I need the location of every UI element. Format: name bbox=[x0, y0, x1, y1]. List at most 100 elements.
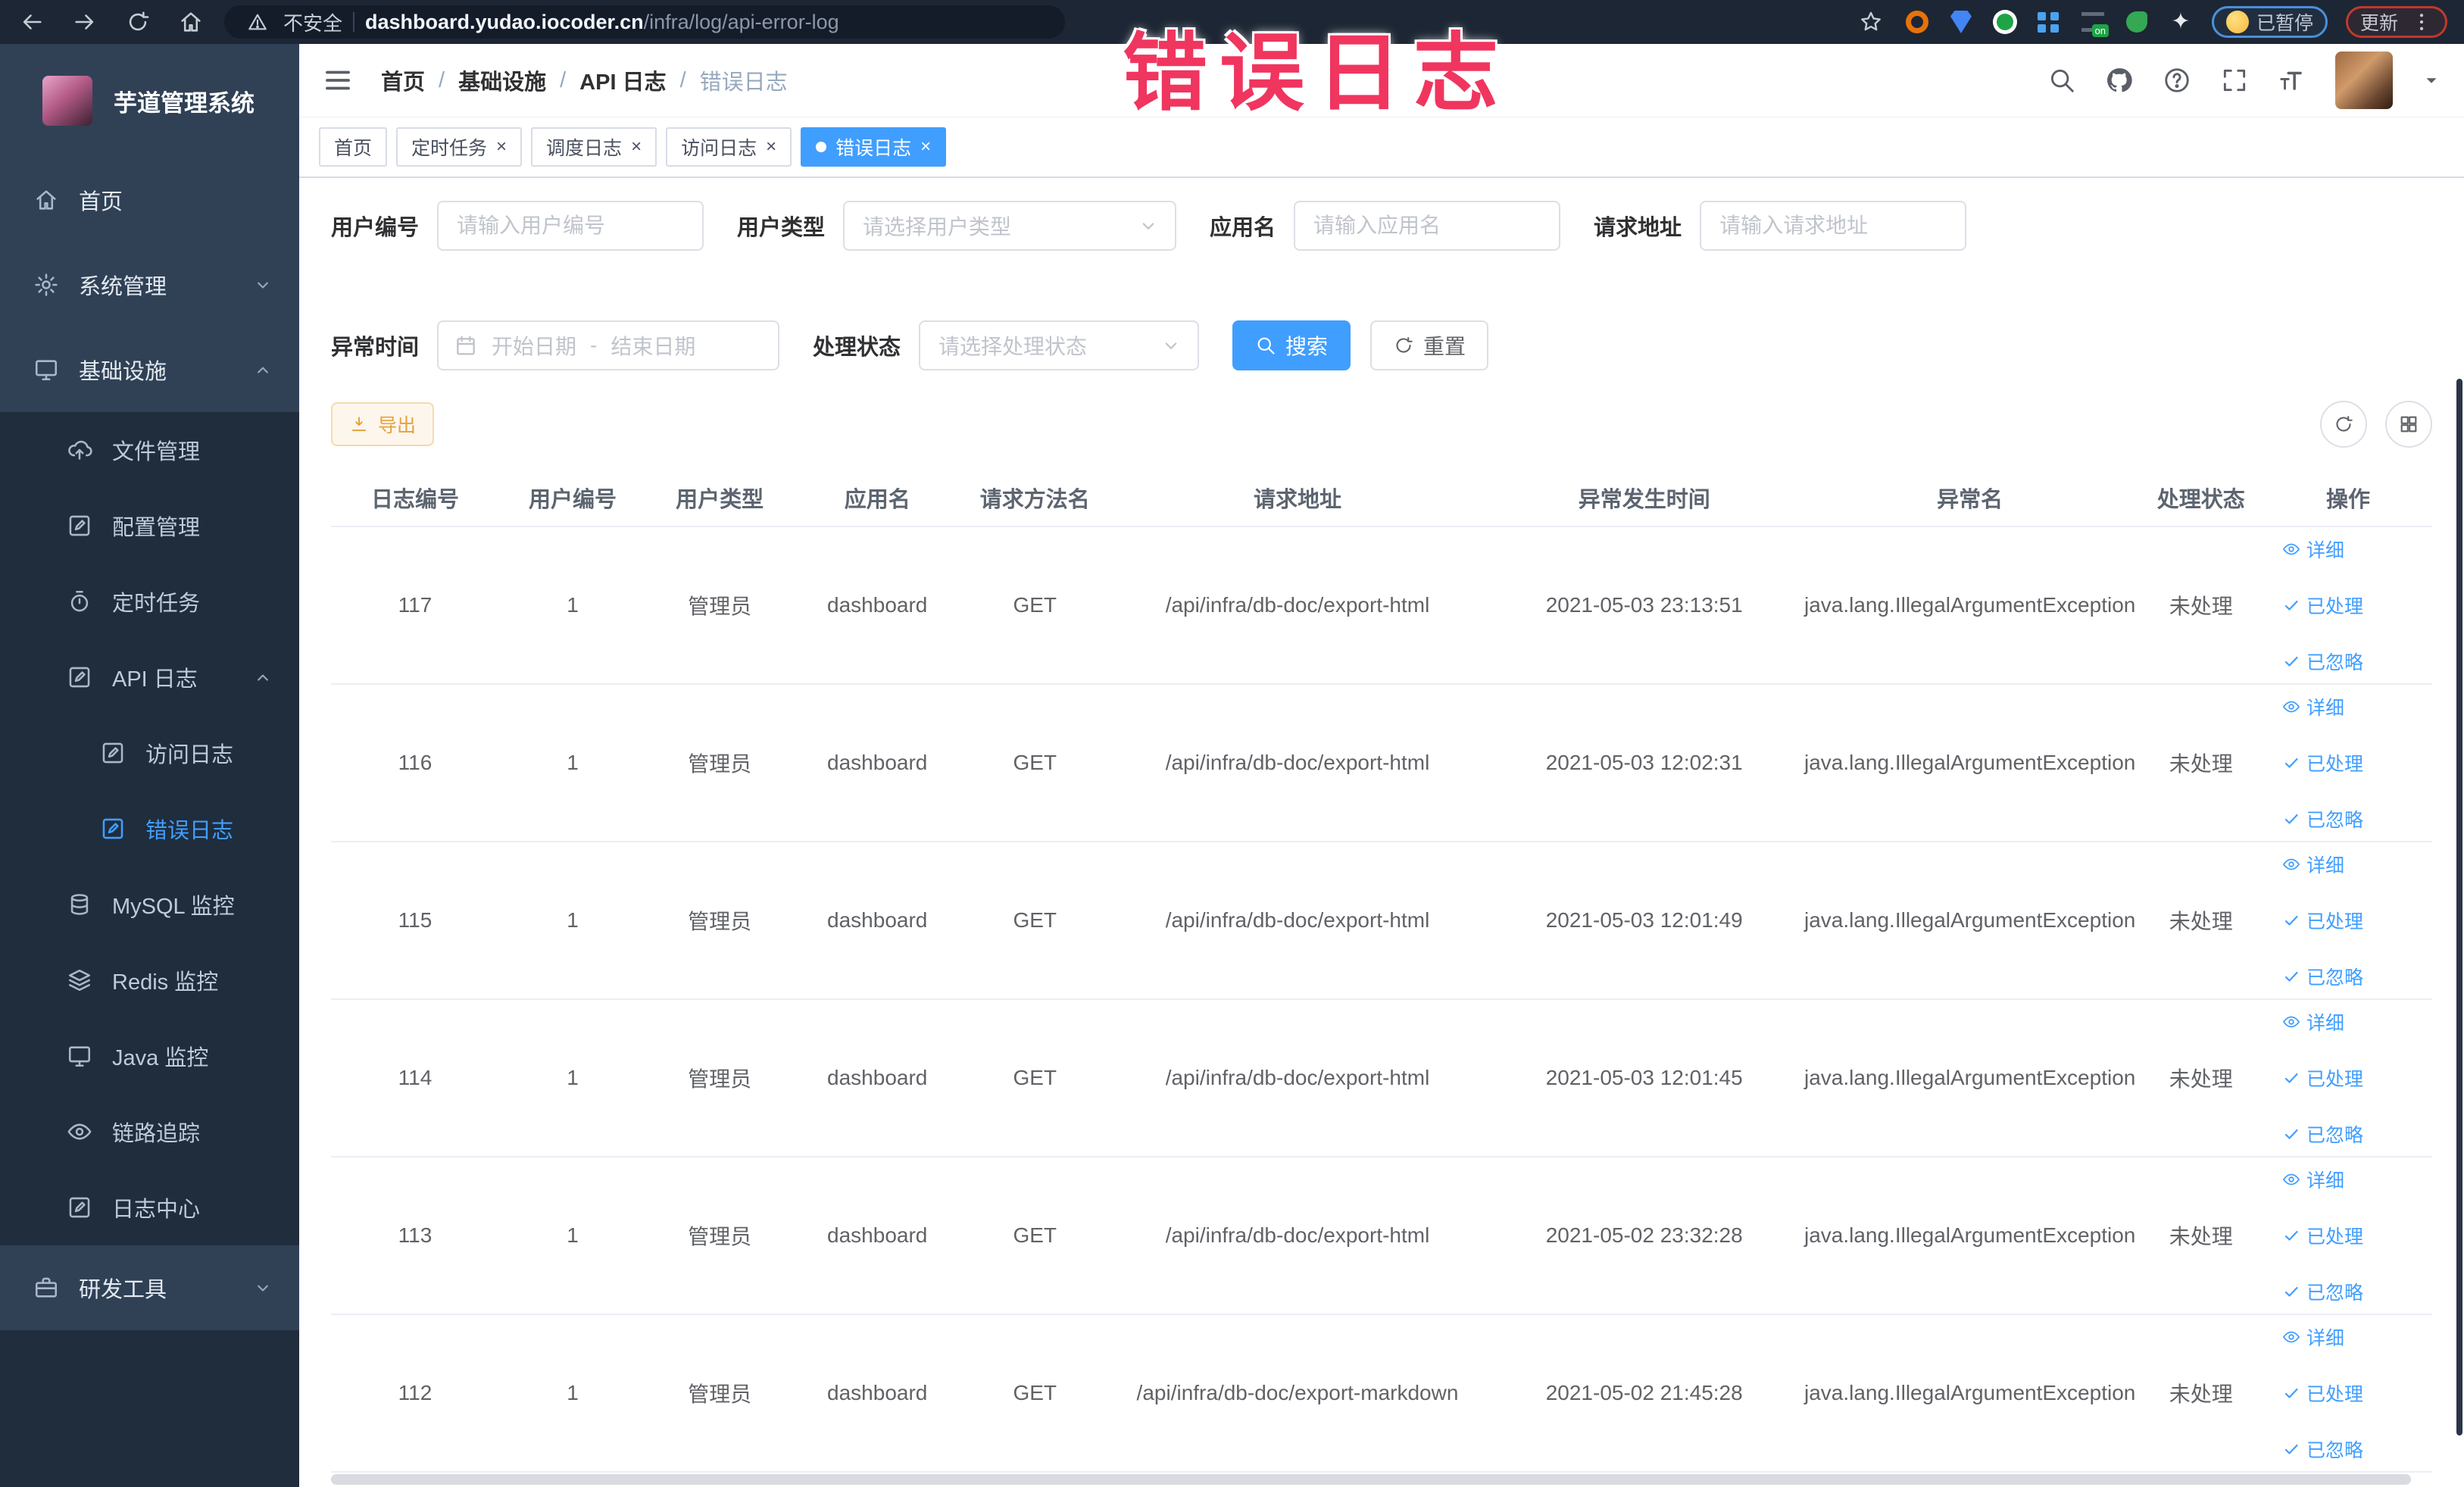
ignored-action-link[interactable]: 已忽略 bbox=[2282, 648, 2363, 675]
green-extension-icon[interactable] bbox=[1992, 9, 2018, 35]
ignored-action-link[interactable]: 已忽略 bbox=[2282, 963, 2363, 990]
paused-extension-badge[interactable]: 已暂停 bbox=[2211, 6, 2328, 38]
column-header: 请求方法名 bbox=[961, 469, 1109, 527]
tab-home[interactable]: 首页 bbox=[319, 127, 388, 167]
exception-time-range-picker[interactable]: 开始日期 - 结束日期 bbox=[437, 320, 780, 370]
sidebar-item-redis-monitor[interactable]: Redis 监控 bbox=[0, 942, 299, 1018]
user-avatar[interactable] bbox=[2335, 52, 2393, 109]
processed-action-link[interactable]: 已处理 bbox=[2282, 749, 2363, 776]
cell-time: 2021-05-03 12:01:45 bbox=[1486, 999, 1802, 1157]
breadcrumb-item[interactable]: 首页 bbox=[381, 64, 425, 96]
search-button[interactable]: 搜索 bbox=[1232, 320, 1351, 370]
home-icon[interactable] bbox=[176, 7, 206, 37]
vertical-scrollbar[interactable] bbox=[2456, 379, 2462, 1435]
cell-method: GET bbox=[961, 526, 1109, 685]
breadcrumb-item[interactable]: 基础设施 bbox=[458, 64, 546, 96]
switch-extension-icon[interactable]: on bbox=[2080, 9, 2109, 37]
address-bar[interactable]: 不安全 dashboard.yudao.iocoder.cn/infra/log… bbox=[224, 5, 1065, 39]
ignored-action-link[interactable]: 已忽略 bbox=[2282, 1278, 2363, 1305]
close-tab-icon[interactable]: × bbox=[920, 138, 931, 156]
caret-down-icon[interactable] bbox=[2422, 70, 2441, 90]
sidebar-item-access-log[interactable]: 访问日志 bbox=[0, 715, 299, 791]
processed-action-link[interactable]: 已处理 bbox=[2282, 1379, 2363, 1407]
cell-user-id: 1 bbox=[498, 684, 647, 842]
cell-url: /api/infra/db-doc/export-html bbox=[1108, 526, 1487, 685]
tab-error-log[interactable]: 错误日志 × bbox=[801, 127, 947, 167]
update-badge[interactable]: 更新 bbox=[2345, 6, 2447, 38]
sidebar-item-error-log[interactable]: 错误日志 bbox=[0, 791, 299, 867]
orange-extension-icon[interactable] bbox=[1904, 9, 1930, 35]
processed-action-link[interactable]: 已处理 bbox=[2282, 1064, 2363, 1092]
detail-action-link[interactable]: 详细 bbox=[2282, 1323, 2344, 1351]
leaf-extension-icon[interactable] bbox=[2124, 9, 2150, 35]
cell-url: /api/infra/db-doc/export-html bbox=[1108, 999, 1487, 1157]
sidebar-item-java-monitor[interactable]: Java 监控 bbox=[0, 1018, 299, 1094]
horizontal-scrollbar[interactable] bbox=[331, 1474, 2412, 1485]
detail-action-link[interactable]: 详细 bbox=[2282, 851, 2344, 878]
forward-icon[interactable] bbox=[70, 7, 100, 37]
sidebar-item-scheduled-tasks[interactable]: 定时任务 bbox=[0, 564, 299, 639]
request-url-input[interactable] bbox=[1700, 201, 1967, 251]
columns-icon bbox=[2398, 414, 2419, 435]
column-settings-button[interactable] bbox=[2385, 401, 2432, 448]
check-icon bbox=[2282, 1069, 2300, 1087]
question-icon[interactable] bbox=[2163, 66, 2191, 95]
back-icon[interactable] bbox=[17, 7, 47, 37]
cell-exception: java.lang.IllegalArgumentException bbox=[1801, 1314, 2138, 1473]
refresh-table-button[interactable] bbox=[2320, 401, 2367, 448]
hamburger-icon[interactable] bbox=[322, 64, 354, 96]
column-header: 异常名 bbox=[1801, 469, 2138, 527]
detail-action-link[interactable]: 详细 bbox=[2282, 1008, 2344, 1036]
export-button[interactable]: 导出 bbox=[331, 402, 435, 446]
sidebar-logo-row[interactable]: 芋道管理系统 bbox=[0, 44, 299, 158]
browser-menu-icon[interactable] bbox=[2410, 11, 2433, 33]
detail-action-link[interactable]: 详细 bbox=[2282, 693, 2344, 720]
processed-action-link[interactable]: 已处理 bbox=[2282, 592, 2363, 619]
detail-action-link[interactable]: 详细 bbox=[2282, 1166, 2344, 1193]
tab-schedule-log[interactable]: 调度日志 × bbox=[531, 127, 657, 167]
close-tab-icon[interactable]: × bbox=[496, 138, 507, 156]
sidebar-item-home[interactable]: 首页 bbox=[0, 158, 299, 242]
processed-action-link[interactable]: 已处理 bbox=[2282, 1222, 2363, 1249]
user-id-input[interactable] bbox=[437, 201, 704, 251]
header-actions bbox=[2047, 52, 2441, 109]
font-size-icon[interactable] bbox=[2278, 66, 2306, 95]
action-label: 已处理 bbox=[2306, 1384, 2364, 1405]
process-status-select[interactable]: 请选择处理状态 bbox=[919, 320, 1200, 370]
close-tab-icon[interactable]: × bbox=[631, 138, 642, 156]
puzzle-extension-icon[interactable]: ✦ bbox=[2168, 9, 2194, 35]
grid-extension-icon[interactable] bbox=[2036, 9, 2062, 35]
tab-scheduled-tasks[interactable]: 定时任务 × bbox=[396, 127, 523, 167]
sidebar-item-label: 日志中心 bbox=[112, 1198, 201, 1222]
ignored-action-link[interactable]: 已忽略 bbox=[2282, 1120, 2363, 1148]
sidebar-item-label: 链路追踪 bbox=[112, 1122, 201, 1146]
star-icon[interactable] bbox=[1856, 7, 1886, 37]
processed-action-link[interactable]: 已处理 bbox=[2282, 907, 2363, 934]
user-type-select[interactable]: 请选择用户类型 bbox=[843, 201, 1177, 251]
search-icon[interactable] bbox=[2047, 66, 2076, 95]
sidebar-item-config-management[interactable]: 配置管理 bbox=[0, 488, 299, 564]
sidebar-item-file-management[interactable]: 文件管理 bbox=[0, 412, 299, 488]
close-tab-icon[interactable]: × bbox=[766, 138, 776, 156]
github-icon[interactable] bbox=[2105, 66, 2134, 95]
app-name-input[interactable] bbox=[1294, 201, 1561, 251]
sidebar-item-api-log[interactable]: API 日志 bbox=[0, 639, 299, 715]
sidebar-item-mysql-monitor[interactable]: MySQL 监控 bbox=[0, 867, 299, 942]
detail-action-link[interactable]: 详细 bbox=[2282, 536, 2344, 563]
sidebar-item-system-management[interactable]: 系统管理 bbox=[0, 242, 299, 327]
sidebar-item-trace[interactable]: 链路追踪 bbox=[0, 1094, 299, 1170]
shield-extension-icon[interactable] bbox=[1948, 9, 1974, 35]
cell-method: GET bbox=[961, 1314, 1109, 1473]
cell-user-type: 管理员 bbox=[646, 999, 794, 1157]
sidebar-item-log-center[interactable]: 日志中心 bbox=[0, 1170, 299, 1245]
tab-access-log[interactable]: 访问日志 × bbox=[666, 127, 792, 167]
sidebar-item-dev-tools[interactable]: 研发工具 bbox=[0, 1245, 299, 1330]
reset-button[interactable]: 重置 bbox=[1370, 320, 1489, 370]
sidebar-item-infrastructure[interactable]: 基础设施 bbox=[0, 327, 299, 412]
ignored-action-link[interactable]: 已忽略 bbox=[2282, 1435, 2363, 1463]
fullscreen-icon[interactable] bbox=[2220, 66, 2249, 95]
breadcrumb-item[interactable]: API 日志 bbox=[579, 64, 666, 96]
ignored-action-link[interactable]: 已忽略 bbox=[2282, 805, 2363, 833]
reload-icon[interactable] bbox=[123, 7, 153, 37]
log-icon bbox=[100, 740, 126, 766]
